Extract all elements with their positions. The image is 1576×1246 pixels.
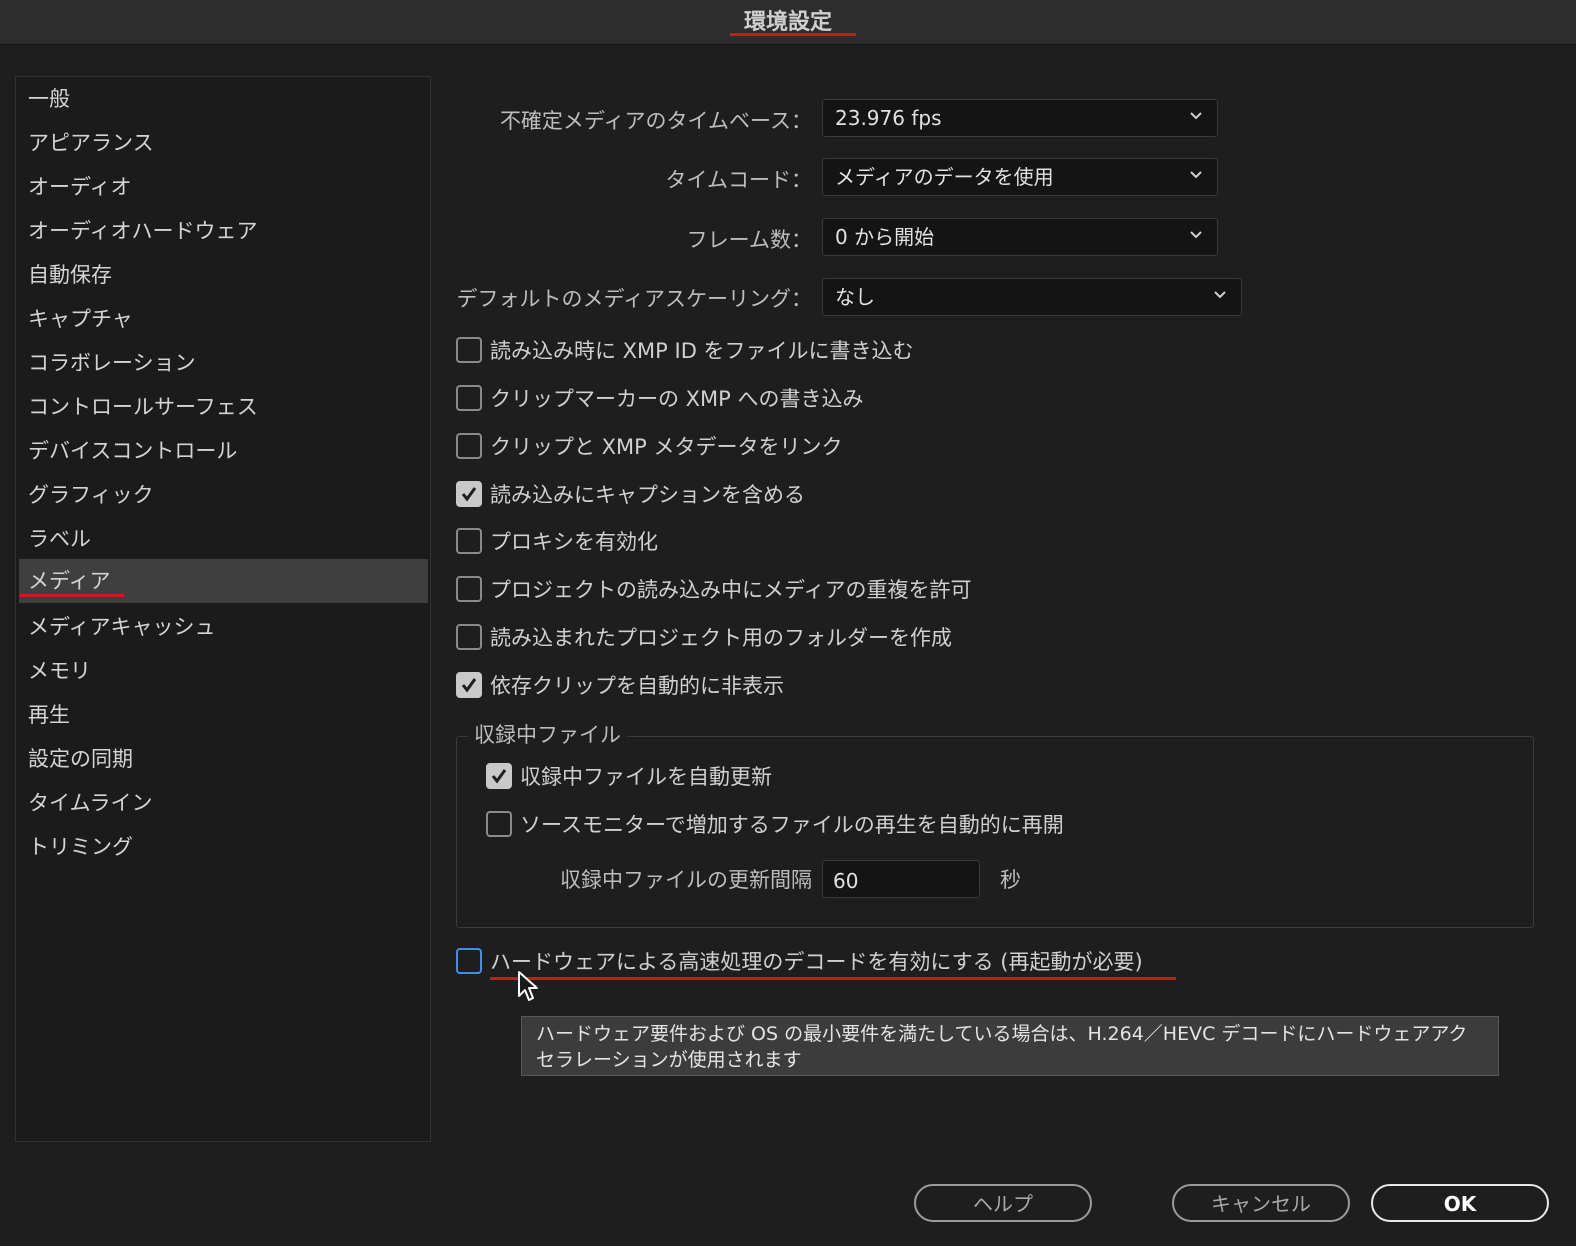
checkbox-label: 収録中ファイルを自動更新 [520,765,772,789]
checkbox-label: プロキシを有効化 [490,530,658,554]
checkbox[interactable] [456,433,482,459]
sidebar-item-audio-hardware[interactable]: オーディオハードウェア [19,209,428,253]
checkbox-label: 読み込みにキャプションを含める [490,483,805,507]
checkbox-checked[interactable] [456,481,482,507]
mouse-cursor-icon [518,971,538,1001]
sidebar: 一般 アピアランス オーディオ オーディオハードウェア 自動保存 キャプチャ コ… [15,76,431,1142]
chevron-down-icon [1190,112,1202,120]
timebase-dropdown[interactable]: 23.976 fps [822,99,1218,137]
checkbox-label: 依存クリップを自動的に非表示 [490,674,784,698]
checkbox-label: ハードウェアによる高速処理のデコードを有効にする (再起動が必要) [490,950,1143,974]
sidebar-item-labels[interactable]: ラベル [19,517,428,561]
timecode-label: タイムコード： [665,168,812,192]
checkbox-label: クリップマーカーの XMP への書き込み [490,387,864,411]
checkmark-icon [491,769,507,784]
annotation-underline-hw-decode [490,977,1176,980]
checkbox-focused[interactable] [456,948,482,974]
cancel-button[interactable]: キャンセル [1172,1184,1350,1222]
scaling-label: デフォルトのメディアスケーリング： [456,287,812,311]
sidebar-item-graphics[interactable]: グラフィック [19,473,428,517]
annotation-underline-media [20,594,124,597]
sidebar-item-memory[interactable]: メモリ [19,649,428,693]
scaling-dropdown[interactable]: なし [822,278,1242,316]
timebase-label: 不確定メディアのタイムベース： [499,109,812,133]
sidebar-item-playback[interactable]: 再生 [19,693,428,737]
refresh-interval-unit: 秒 [1000,868,1021,892]
sidebar-item-media-cache[interactable]: メディアキャッシュ [19,605,428,649]
checkbox[interactable] [486,811,512,837]
checkbox-label: プロジェクトの読み込み中にメディアの重複を許可 [490,578,972,602]
chevron-down-icon [1214,291,1226,299]
sidebar-item-trim[interactable]: トリミング [19,825,428,869]
refresh-interval-label: 収録中ファイルの更新間隔 [560,868,812,892]
sidebar-item-general[interactable]: 一般 [19,77,428,121]
growing-files-title: 収録中ファイル [468,720,627,750]
timebase-value: 23.976 fps [835,106,942,130]
sidebar-item-device-control[interactable]: デバイスコントロール [19,429,428,473]
frame-count-value: 0 から開始 [835,225,935,249]
frame-count-label: フレーム数： [686,228,812,252]
checkbox-label: ソースモニターで増加するファイルの再生を自動的に再開 [520,813,1064,837]
refresh-interval-input[interactable]: 60 [822,860,980,898]
chevron-down-icon [1190,231,1202,239]
checkbox[interactable] [456,337,482,363]
checkbox[interactable] [456,385,482,411]
checkmark-icon [461,678,477,693]
sidebar-item-timeline[interactable]: タイムライン [19,781,428,825]
checkbox[interactable] [456,624,482,650]
timecode-value: メディアのデータを使用 [835,165,1054,189]
ok-button[interactable]: OK [1371,1184,1549,1222]
help-button[interactable]: ヘルプ [914,1184,1092,1222]
scaling-value: なし [835,285,875,309]
checkbox[interactable] [456,576,482,602]
tooltip: ハードウェア要件および OS の最小要件を満たしている場合は、H.264／HEV… [521,1016,1499,1076]
frame-count-dropdown[interactable]: 0 から開始 [822,218,1218,256]
window-title: 環境設定 [743,10,832,35]
sidebar-item-capture[interactable]: キャプチャ [19,297,428,341]
sidebar-item-sync-settings[interactable]: 設定の同期 [19,737,428,781]
checkbox-label: クリップと XMP メタデータをリンク [490,435,843,459]
checkbox[interactable] [456,528,482,554]
checkbox-label: 読み込み時に XMP ID をファイルに書き込む [490,339,914,363]
title-bar: 環境設定 [0,0,1576,45]
checkbox-checked[interactable] [456,672,482,698]
sidebar-item-auto-save[interactable]: 自動保存 [19,253,428,297]
sidebar-item-audio[interactable]: オーディオ [19,165,428,209]
sidebar-item-appearance[interactable]: アピアランス [19,121,428,165]
timecode-dropdown[interactable]: メディアのデータを使用 [822,158,1218,196]
sidebar-item-control-surface[interactable]: コントロールサーフェス [19,385,428,429]
sidebar-item-collaboration[interactable]: コラボレーション [19,341,428,385]
checkmark-icon [461,487,477,502]
checkbox-checked[interactable] [486,763,512,789]
annotation-underline-title [730,33,856,36]
chevron-down-icon [1190,171,1202,179]
checkbox-label: 読み込まれたプロジェクト用のフォルダーを作成 [490,626,952,650]
